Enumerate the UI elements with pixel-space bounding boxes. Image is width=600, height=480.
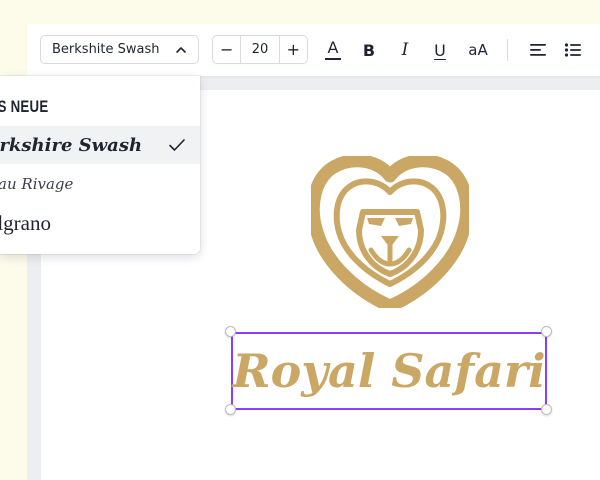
design-title-text[interactable]: Royal Safari xyxy=(232,334,545,408)
align-button[interactable] xyxy=(524,36,552,64)
align-left-icon xyxy=(530,44,546,56)
font-size-stepper: − 20 + xyxy=(212,35,308,64)
italic-icon: I xyxy=(401,40,409,60)
font-option-rivage[interactable]: reau Rivage xyxy=(0,165,200,203)
font-family-select[interactable]: Berkshite Swash xyxy=(40,35,199,64)
font-option-bebas-neue[interactable]: BAS NEUE xyxy=(0,88,134,126)
checkmark-icon xyxy=(169,139,185,151)
text-toolbar: Berkshite Swash − 20 + A B I U aA xyxy=(27,24,600,77)
italic-button[interactable]: I xyxy=(391,36,419,64)
increase-font-size-button[interactable]: + xyxy=(280,36,307,63)
bullet-list-icon xyxy=(564,43,581,57)
list-button[interactable] xyxy=(559,36,587,64)
font-family-value: Berkshite Swash xyxy=(52,42,160,57)
underline-icon: U xyxy=(434,40,446,60)
underline-button[interactable]: U xyxy=(426,36,454,64)
toolbar-divider xyxy=(507,39,508,61)
font-option-berkshire-swash[interactable]: erkshire Swash xyxy=(0,126,200,164)
lion-head-icon[interactable] xyxy=(311,156,469,308)
font-dropdown: BAS NEUE erkshire Swash reau Rivage elgr… xyxy=(0,76,200,254)
text-color-icon: A xyxy=(327,38,339,57)
bold-button[interactable]: B xyxy=(355,36,383,64)
font-size-input[interactable]: 20 xyxy=(240,36,280,63)
text-color-swatch xyxy=(325,58,341,60)
bold-icon: B xyxy=(362,40,376,60)
font-option-label: BAS NEUE xyxy=(0,97,49,116)
text-color-button[interactable]: A xyxy=(319,36,347,64)
decrease-font-size-button[interactable]: − xyxy=(213,36,240,63)
font-option-belgrano[interactable]: elgrano xyxy=(0,204,200,242)
font-option-label: erkshire Swash xyxy=(0,134,143,156)
chevron-up-icon xyxy=(176,46,186,53)
letter-case-icon: aA xyxy=(468,41,488,59)
font-option-label: reau Rivage xyxy=(0,175,74,193)
letter-case-button[interactable]: aA xyxy=(461,36,495,64)
font-option-label: elgrano xyxy=(0,210,51,235)
